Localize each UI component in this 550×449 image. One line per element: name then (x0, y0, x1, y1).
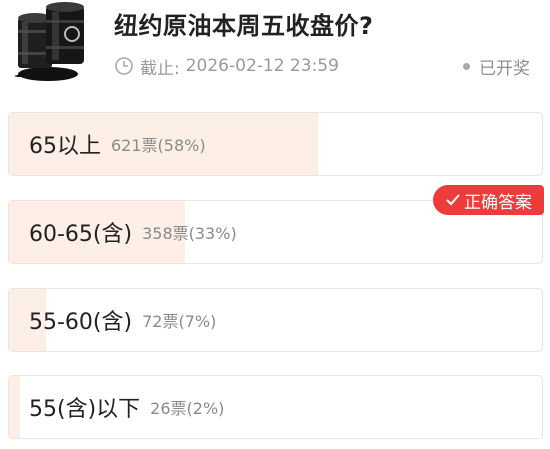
option-label: 65以上 (29, 134, 101, 159)
check-icon (446, 194, 460, 206)
dot-icon (463, 62, 470, 70)
option-count: 621票(58%) (111, 136, 206, 155)
option-label: 60-65(含) (29, 222, 133, 247)
deadline-row: 截止: 2026-02-12 23:59 (114, 54, 339, 79)
option-4[interactable]: 55(含)以下 26票(2%) (8, 375, 543, 439)
deadline-label: 截止: (140, 58, 180, 79)
option-3[interactable]: 55-60(含) 72票(7%) (8, 288, 543, 352)
correct-answer-badge: 正确答案 (433, 185, 544, 215)
option-label: 55-60(含) (29, 310, 133, 335)
option-count: 72票(7%) (142, 312, 217, 331)
clock-icon (115, 57, 133, 75)
deadline-time: 2026-02-12 23:59 (185, 56, 339, 76)
correct-answer-label: 正确答案 (464, 192, 532, 213)
option-1[interactable]: 65以上 621票(58%) (8, 112, 543, 176)
question-title: 纽约原油本周五收盘价? (114, 12, 374, 40)
status-indicator: 已开奖 (463, 54, 530, 79)
option-label: 55(含)以下 (29, 397, 141, 422)
option-count: 358票(33%) (142, 224, 237, 243)
vote-bar (9, 376, 20, 438)
oil-barrel-icon (14, 2, 84, 81)
status-text: 已开奖 (479, 58, 530, 79)
option-count: 26票(2%) (150, 399, 225, 418)
